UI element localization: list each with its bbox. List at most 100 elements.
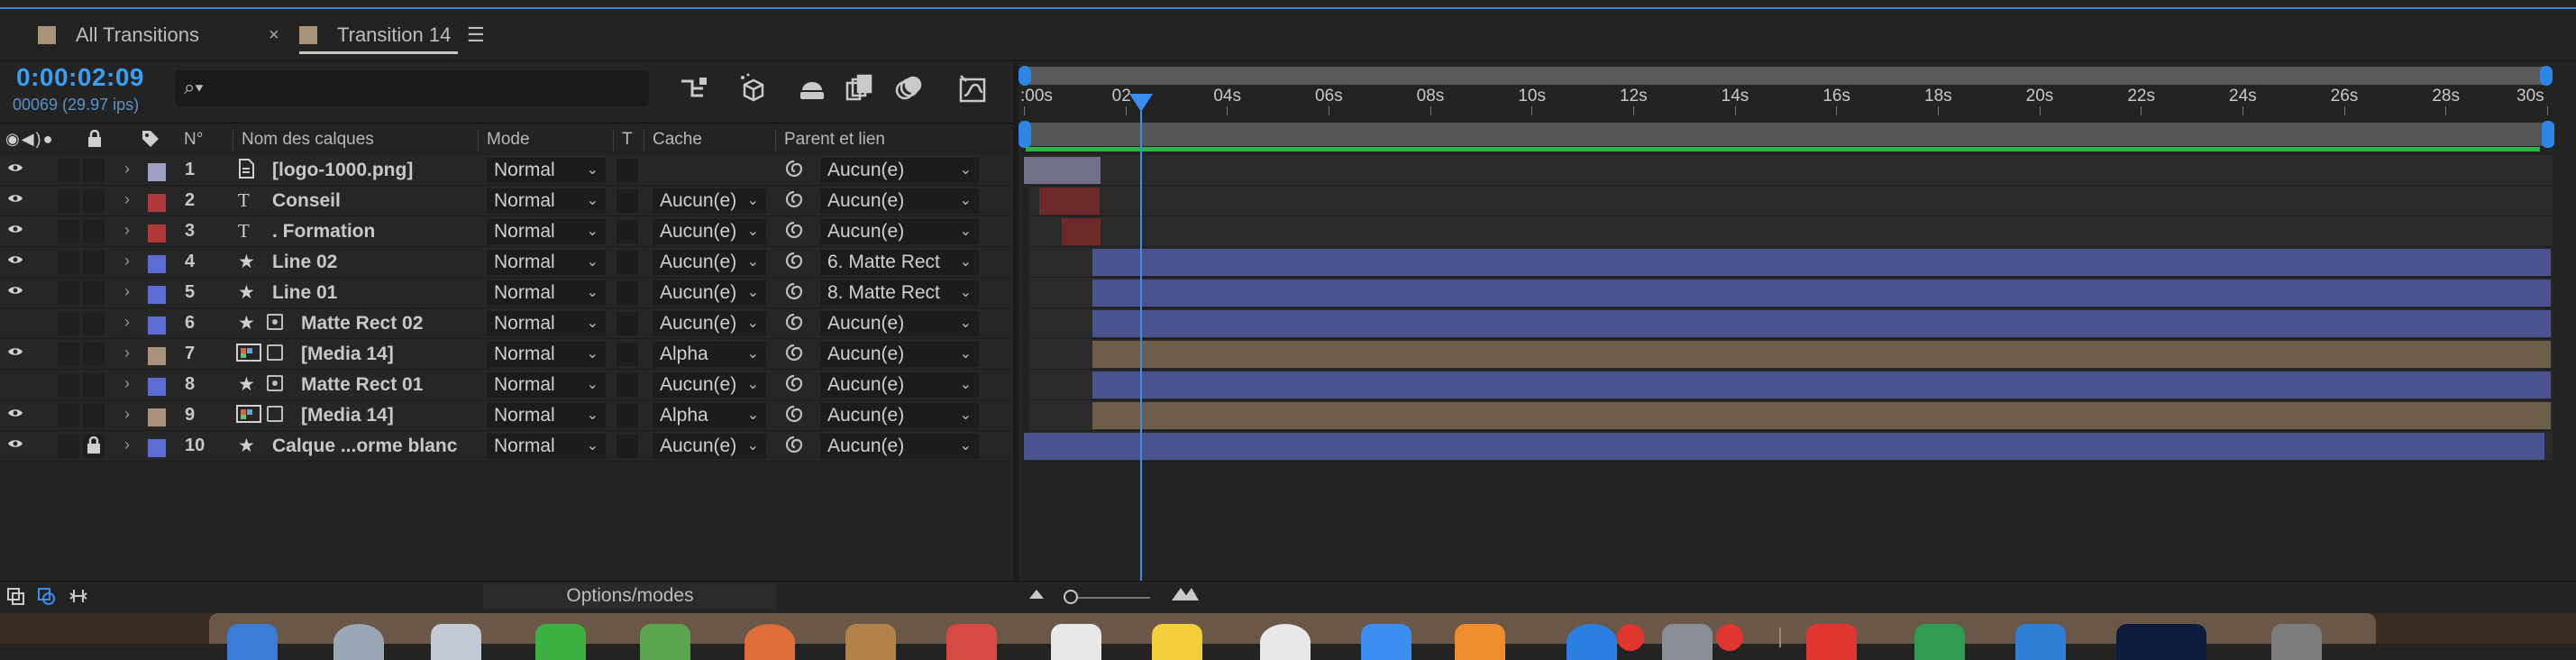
layer-name[interactable]: [Media 14] [301,405,394,426]
eye-icon[interactable] [7,345,23,362]
layer-duration-bar[interactable] [1092,310,2551,337]
work-area-end-handle[interactable] [2542,121,2554,148]
label-color-swatch[interactable] [148,378,166,396]
video-eye-icon[interactable]: ◉ [5,130,22,148]
track-matte-dropdown[interactable]: Alpha ⌄ [653,342,766,367]
parent-dropdown[interactable]: 6. Matte Rect ⌄ [820,250,979,275]
parent-dropdown[interactable]: Aucun(e) ⌄ [820,219,979,244]
tab-all-transitions[interactable]: All Transitions [38,13,199,58]
app-icon[interactable] [2015,624,2066,660]
lock-cell[interactable] [83,281,105,305]
pick-whip-icon[interactable] [784,281,804,307]
layer-row[interactable]: › 6 ★ Matte Rect 02 Normal ⌄ Aucun(e) ⌄ Aucun(e)… [0,308,1013,339]
lock-cell[interactable] [83,251,105,274]
audio-cell[interactable] [58,220,79,243]
layer-duration-bar[interactable] [1038,188,1101,215]
audio-cell[interactable] [58,312,79,335]
preserve-transparency-toggle[interactable] [617,159,638,182]
close-icon[interactable]: × [269,13,279,58]
blend-mode-dropdown[interactable]: Normal ⌄ [487,250,606,275]
audio-cell[interactable] [58,373,79,397]
blend-mode-dropdown[interactable]: Normal ⌄ [487,219,606,244]
blend-mode-dropdown[interactable]: Normal ⌄ [487,311,606,336]
playhead-handle[interactable] [1128,94,1153,112]
expand-chevron-icon[interactable]: › [124,344,130,362]
audio-cell[interactable] [58,281,79,305]
lock-cell[interactable] [83,189,105,213]
layer-name[interactable]: [Media 14] [301,344,394,365]
expand-chevron-icon[interactable]: › [124,405,130,424]
finder-icon[interactable] [227,624,278,660]
track-matte-dropdown[interactable]: Aucun(e) ⌄ [653,434,766,459]
safari-icon[interactable] [333,624,384,660]
search-input[interactable]: ⌕▾ [175,70,649,106]
expand-chevron-icon[interactable]: › [124,435,130,454]
track-matte-dropdown[interactable]: Aucun(e) ⌄ [653,188,766,214]
layer-row[interactable]: › 10 ★ Calque ...orme blanc Normal ⌄ Aucun(e) ⌄… [0,431,1013,462]
shy-icon[interactable] [797,72,827,105]
lock-cell[interactable] [83,312,105,335]
column-t[interactable]: T [622,130,633,150]
app-icon[interactable] [1567,624,1617,660]
time-navigator-bar[interactable] [1024,67,2547,85]
preserve-transparency-toggle[interactable] [617,281,638,305]
label-color-swatch[interactable] [148,225,166,243]
pick-whip-icon[interactable] [784,159,804,184]
layer-row[interactable]: › 9 [Media 14] Normal ⌄ Alpha ⌄ Aucun(e) ⌄ [0,400,1013,431]
label-color-swatch[interactable] [148,408,166,426]
preserve-transparency-toggle[interactable] [617,251,638,274]
column-layer-name[interactable]: Nom des calques [242,130,374,150]
tab-transition-14[interactable]: Transition 14 [299,13,459,58]
parent-dropdown[interactable]: Aucun(e) ⌄ [820,311,979,336]
audio-cell[interactable] [58,159,79,182]
work-area-bar[interactable] [1024,123,2547,146]
label-color-swatch[interactable] [148,194,166,212]
layer-name[interactable]: Matte Rect 02 [301,313,423,335]
column-number[interactable]: N° [184,130,203,150]
navigator-end-handle[interactable] [2540,66,2553,86]
layer-row[interactable]: › 8 ★ Matte Rect 01 Normal ⌄ Aucun(e) ⌄ Aucun(e)… [0,370,1013,400]
parent-dropdown[interactable]: Aucun(e) ⌄ [820,342,979,367]
eye-icon[interactable] [7,223,23,239]
label-tag-icon[interactable] [141,129,160,153]
solo-icon[interactable]: ● [43,130,55,148]
layer-duration-bar[interactable] [1092,341,2551,368]
column-parent[interactable]: Parent et lien [784,130,885,150]
zoom-out-icon[interactable] [1028,586,1046,605]
track-matte-dropdown[interactable]: Aucun(e) ⌄ [653,280,766,306]
blend-mode-dropdown[interactable]: Normal ⌄ [487,372,606,398]
column-cache[interactable]: Cache [653,130,702,150]
transfer-controls-toggle-icon[interactable] [36,586,56,610]
track-matte-dropdown[interactable]: Aucun(e) ⌄ [653,311,766,336]
layer-name[interactable]: Line 02 [272,252,337,273]
audio-cell[interactable] [58,435,79,458]
label-color-swatch[interactable] [148,163,166,181]
lock-cell[interactable] [83,220,105,243]
preserve-transparency-toggle[interactable] [617,220,638,243]
preserve-transparency-toggle[interactable] [617,404,638,427]
blend-mode-dropdown[interactable]: Normal ⌄ [487,434,606,459]
layer-row[interactable]: › 1 [logo-1000.png] Normal ⌄ Aucun(e) ⌄ [0,155,1013,186]
pages-icon[interactable] [1455,624,1505,660]
trash-icon[interactable] [2271,624,2322,660]
lock-cell[interactable] [83,343,105,366]
layer-duration-bar[interactable] [1092,280,2551,307]
frame-blending-icon[interactable] [844,72,874,105]
layer-row[interactable]: › 2 T Conseil Normal ⌄ Aucun(e) ⌄ Aucun(e) ⌄ [0,186,1013,216]
pick-whip-icon[interactable] [784,189,804,215]
playhead-line[interactable] [1139,94,1142,581]
parent-dropdown[interactable]: Aucun(e) ⌄ [820,158,979,183]
layer-name[interactable]: [logo-1000.png] [272,160,413,181]
graph-editor-icon[interactable] [957,72,988,105]
blend-mode-dropdown[interactable]: Normal ⌄ [487,342,606,367]
label-color-swatch[interactable] [148,347,166,365]
zoom-in-icon[interactable] [1170,584,1201,607]
audio-cell[interactable] [58,343,79,366]
pick-whip-icon[interactable] [784,373,804,399]
navigator-start-handle[interactable] [1019,66,1031,86]
layer-duration-bar[interactable] [1024,433,2545,460]
audio-cell[interactable] [58,189,79,213]
pick-whip-icon[interactable] [784,251,804,276]
mail-icon[interactable] [431,624,481,660]
maps-icon[interactable] [640,624,690,660]
